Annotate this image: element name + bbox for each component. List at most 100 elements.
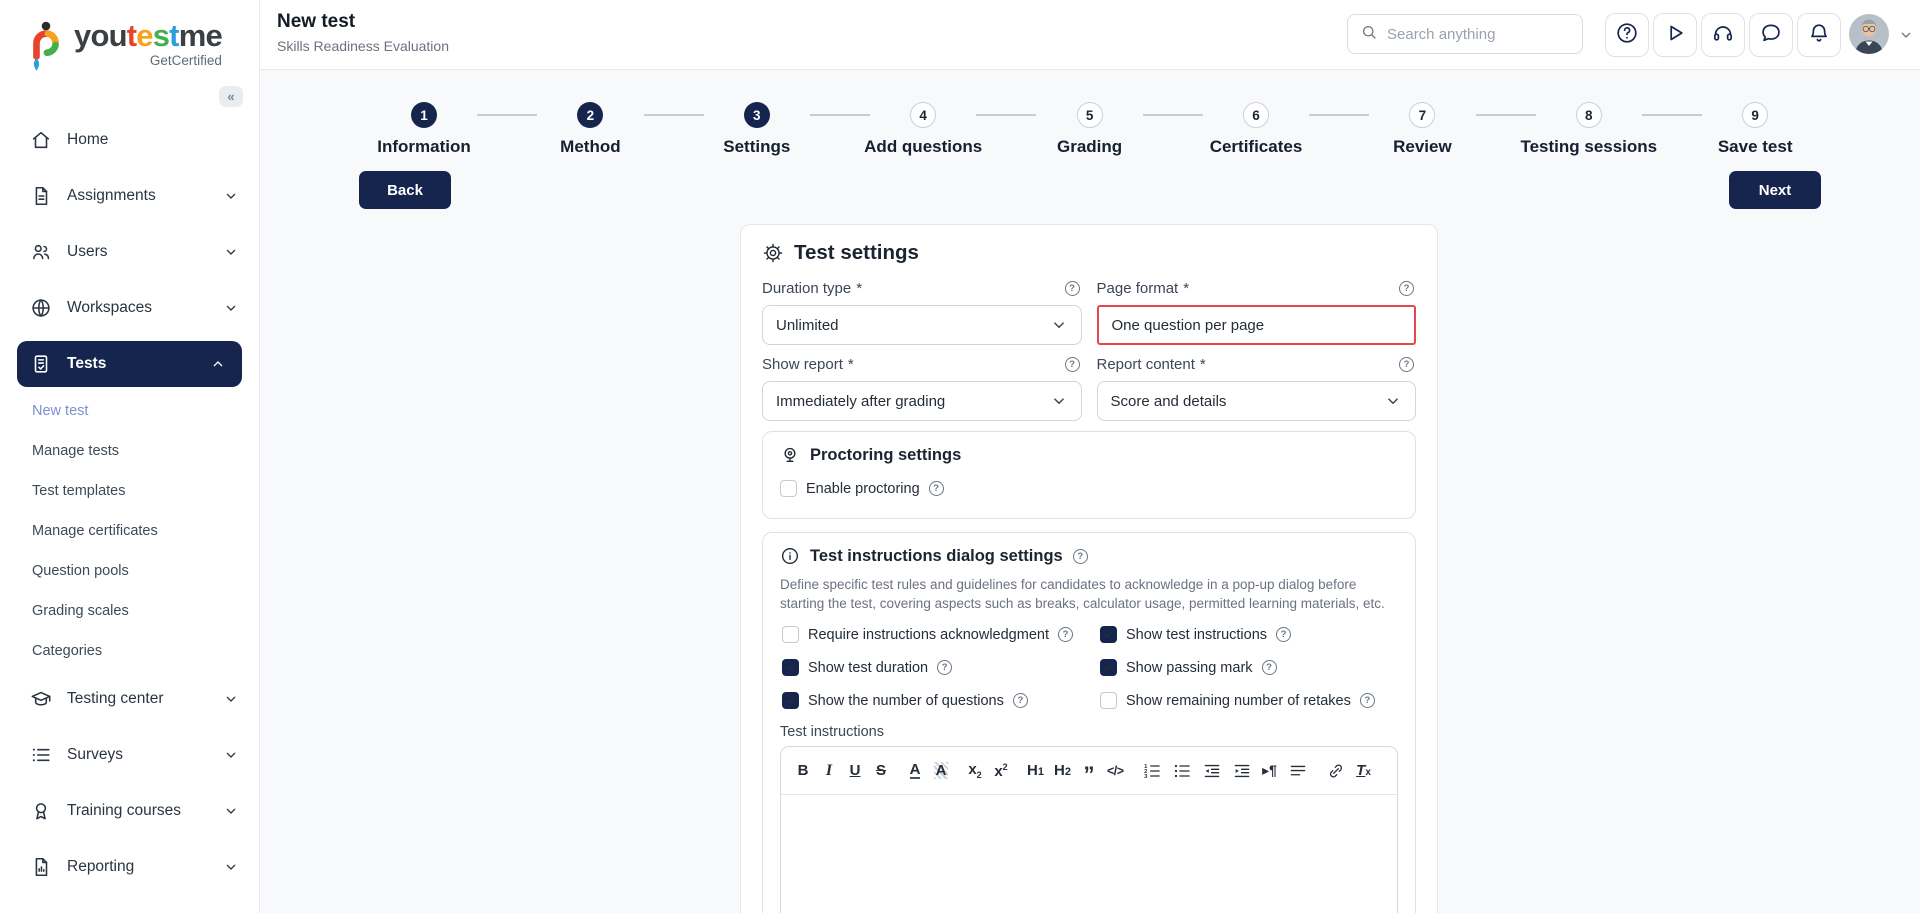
show-the-number-of-questions-checkbox[interactable] (782, 692, 799, 709)
next-button[interactable]: Next (1729, 171, 1821, 209)
help-icon[interactable]: ? (1072, 548, 1088, 564)
help-icon[interactable]: ? (1058, 627, 1073, 642)
brand-tagline: GetCertified (149, 53, 222, 68)
help-icon[interactable]: ? (1261, 660, 1277, 675)
paragraph-button[interactable]: ▸¶ (1262, 760, 1278, 782)
h1-button[interactable]: H1 (1027, 760, 1044, 782)
blockquote-button[interactable]: ” (1081, 760, 1097, 785)
help-icon[interactable]: ? (1064, 281, 1080, 296)
step-testing-sessions[interactable]: 8 Testing sessions (1506, 102, 1672, 157)
duration-type-select[interactable]: Unlimited (762, 305, 1082, 345)
sidebar-item-assignments[interactable]: Assignments (0, 173, 259, 219)
strikethrough-button[interactable]: S (873, 760, 889, 782)
instructions-description: Define specific test rules and guideline… (780, 577, 1385, 611)
sidebar-item-workspaces[interactable]: Workspaces (0, 285, 259, 331)
step-information[interactable]: 1 Information (341, 102, 507, 157)
sidebar-item-tests[interactable]: Tests (17, 341, 242, 387)
help-icon[interactable]: ? (1012, 693, 1028, 708)
show-test-instructions-checkbox[interactable] (1100, 626, 1117, 643)
step-number: 7 (1409, 102, 1436, 128)
support-button[interactable] (1701, 13, 1745, 57)
sidebar-item-reporting[interactable]: Reporting (0, 844, 259, 890)
sidebar-item-training-courses[interactable]: Training courses (0, 788, 259, 834)
bold-button[interactable]: B (795, 760, 811, 782)
search-input[interactable] (1387, 25, 1570, 43)
h2-button[interactable]: H2 (1054, 760, 1071, 782)
text-color-button[interactable]: A (907, 760, 923, 782)
step-add-questions[interactable]: 4 Add questions (840, 102, 1006, 157)
require-instructions-acknowledgment-checkbox[interactable] (782, 626, 799, 643)
sidebar-item-label: Tests (67, 355, 107, 372)
sidebar-item-home[interactable]: Home (0, 117, 259, 163)
step-review[interactable]: 7 Review (1339, 102, 1505, 157)
superscript-button[interactable]: x2 (993, 760, 1009, 782)
checkbox-label: Show remaining number of retakes (1126, 692, 1351, 709)
step-number: 2 (577, 102, 604, 128)
sidebar-item-surveys[interactable]: Surveys (0, 732, 259, 778)
align-button[interactable] (1288, 760, 1308, 782)
sidebar-subitem-manage-certificates[interactable]: Manage certificates (0, 511, 259, 551)
clear-format-button[interactable]: Tx (1356, 760, 1372, 782)
field-label: Show report (762, 356, 843, 373)
enable-proctoring-checkbox[interactable] (780, 480, 797, 497)
sidebar-subitem-question-pools[interactable]: Question pools (0, 551, 259, 591)
italic-button[interactable]: I (821, 760, 837, 782)
help-icon[interactable]: ? (1399, 357, 1414, 372)
help-icon[interactable]: ? (1276, 627, 1292, 642)
editor-body[interactable] (781, 795, 1397, 913)
sidebar-item-users[interactable]: Users (0, 229, 259, 275)
sidebar-collapse-button[interactable]: « (219, 86, 243, 107)
notifications-button[interactable] (1797, 13, 1841, 57)
help-icon[interactable]: ? (937, 660, 953, 675)
subscript-button[interactable]: x2 (967, 760, 983, 782)
brand-name: youtestme (74, 18, 223, 53)
sidebar-subitem-categories[interactable]: Categories (0, 631, 259, 671)
step-label: Grading (1057, 137, 1123, 156)
show-report-select[interactable]: Immediately after grading (762, 381, 1082, 421)
help-button[interactable] (1605, 13, 1649, 57)
show-passing-mark-checkbox[interactable] (1100, 659, 1117, 676)
show-test-duration-checkbox[interactable] (782, 659, 799, 676)
required-asterisk: * (856, 280, 863, 297)
underline-button[interactable]: U (847, 760, 863, 782)
avatar-chevron-down-icon[interactable] (1898, 27, 1914, 43)
step-method[interactable]: 2 Method (507, 102, 673, 157)
sidebar-item-testing-center[interactable]: Testing center (0, 676, 259, 722)
required-asterisk: * (847, 356, 854, 373)
select-value: Unlimited (776, 316, 839, 334)
indent-button[interactable] (1232, 760, 1252, 782)
info-circle-icon (780, 546, 800, 566)
report-content-select[interactable]: Score and details (1096, 381, 1416, 421)
help-icon[interactable]: ? (1064, 357, 1080, 372)
step-grading[interactable]: 5 Grading (1007, 102, 1173, 157)
chat-button[interactable] (1749, 13, 1793, 57)
sidebar-subitem-manage-tests[interactable]: Manage tests (0, 431, 259, 471)
step-settings[interactable]: 3 Settings (674, 102, 840, 157)
step-certificates[interactable]: 6 Certificates (1173, 102, 1339, 157)
outdent-button[interactable] (1202, 760, 1222, 782)
play-button[interactable] (1653, 13, 1697, 57)
highlight-button[interactable]: A (933, 760, 949, 782)
sidebar-subitem-grading-scales[interactable]: Grading scales (0, 591, 259, 631)
back-button[interactable]: Back (359, 171, 451, 209)
link-button[interactable] (1326, 760, 1346, 782)
instructions-panel: Test instructions dialog settings ? Defi… (762, 532, 1416, 913)
help-icon[interactable]: ? (1399, 281, 1414, 296)
sidebar-item-label: Assignments (67, 187, 156, 204)
page-format-select[interactable]: One question per page (1096, 305, 1416, 345)
bullet-list-button[interactable] (1172, 760, 1192, 782)
chevron-down-icon (223, 188, 239, 204)
sidebar-subitem-new-test[interactable]: New test (0, 391, 259, 431)
chevron-down-icon (223, 747, 239, 763)
sidebar-subitem-test-templates[interactable]: Test templates (0, 471, 259, 511)
list-icon (30, 744, 52, 766)
ordered-list-button[interactable]: 123 (1142, 760, 1162, 782)
help-icon[interactable]: ? (928, 481, 944, 496)
avatar[interactable] (1849, 14, 1889, 54)
code-button[interactable]: </> (1107, 760, 1124, 782)
show-remaining-number-of-retakes-checkbox[interactable] (1100, 692, 1117, 709)
sidebar-item-label: Testing center (67, 690, 164, 707)
step-save-test[interactable]: 9 Save test (1672, 102, 1838, 157)
help-icon[interactable]: ? (1359, 693, 1375, 708)
page-title-block: New test Skills Readiness Evaluation (277, 11, 449, 54)
